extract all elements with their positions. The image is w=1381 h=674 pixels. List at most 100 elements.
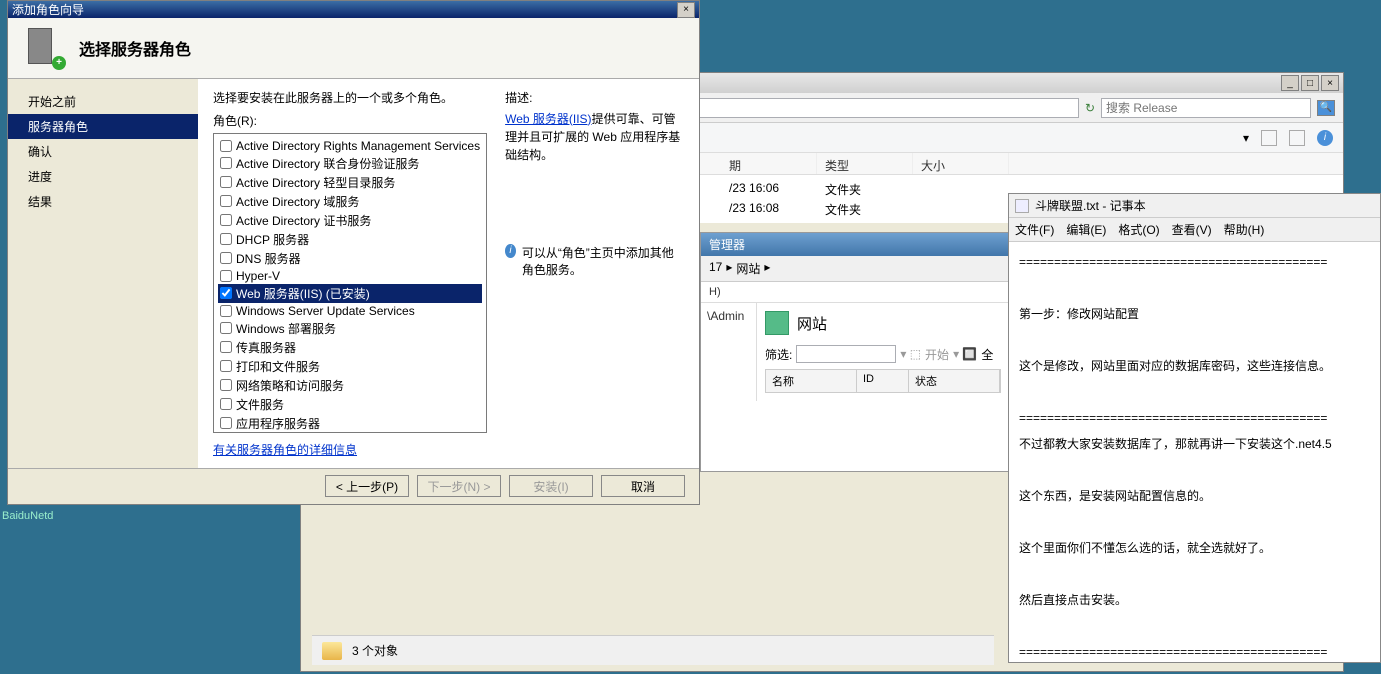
col-date[interactable]: 期 [721,153,817,174]
preview-icon[interactable] [1289,130,1305,146]
notepad-line: 这个里面你们不懂怎么选的话，就全选就好了。 [1019,536,1370,560]
organize-menu[interactable]: ▾ [1243,131,1249,145]
menu-format[interactable]: 格式(O) [1118,221,1159,238]
col-id[interactable]: ID [857,370,909,392]
roles-list[interactable]: Active Directory Rights Management Servi… [213,133,487,433]
iis-titlebar[interactable]: 管理器 [701,233,1009,256]
role-label: DHCP 服务器 [236,231,309,248]
role-item[interactable]: DNS 服务器 [218,249,482,268]
filter-input[interactable] [796,345,896,363]
iis-heading: 网站 [797,313,827,334]
folder-icon [322,642,342,660]
role-checkbox[interactable] [220,270,232,282]
wizard-title: 添加角色向导 [12,1,677,18]
role-item[interactable]: Active Directory 联合身份验证服务 [218,154,482,173]
role-checkbox[interactable] [220,140,232,152]
role-item[interactable]: Web 服务器(IIS) (已安装) [218,284,482,303]
role-label: Active Directory 轻型目录服务 [236,174,395,191]
role-label: Active Directory 证书服务 [236,212,371,229]
desc-link[interactable]: Web 服务器(IIS) [505,112,591,126]
search-input[interactable] [1101,98,1311,118]
iis-filter: 筛选: ▾ ⬚ 开始 ▾ 🔲 全 [765,345,1001,363]
role-item[interactable]: DHCP 服务器 [218,230,482,249]
wizard-nav-item[interactable]: 开始之前 [8,89,198,114]
wizard-nav-item[interactable]: 结果 [8,189,198,214]
col-size[interactable]: 大小 [913,153,1009,174]
menu-edit[interactable]: 编辑(E) [1066,221,1106,238]
wizard-nav-item[interactable]: 进度 [8,164,198,189]
iis-breadcrumb[interactable]: 17▸ 网站▸ [701,256,1009,282]
role-checkbox[interactable] [220,233,232,245]
role-checkbox[interactable] [220,305,232,317]
role-item[interactable]: 传真服务器 [218,338,482,357]
role-item[interactable]: Active Directory Rights Management Servi… [218,138,482,154]
next-button: 下一步(N) > [417,475,501,497]
role-checkbox[interactable] [220,379,232,391]
role-checkbox[interactable] [220,287,232,299]
notepad-titlebar[interactable]: 斗牌联盟.txt - 记事本 [1009,194,1380,218]
role-label: Active Directory 域服务 [236,193,359,210]
file-row[interactable]: /23 16:06 文件夹 [721,179,923,199]
role-item[interactable]: 文件服务 [218,395,482,414]
role-checkbox[interactable] [220,195,232,207]
sites-icon [765,311,789,335]
view-icon[interactable] [1261,130,1277,146]
role-item[interactable]: Active Directory 证书服务 [218,211,482,230]
role-item[interactable]: Hyper-V [218,268,482,284]
roles-info-link[interactable]: 有关服务器角色的详细信息 [213,441,357,458]
notepad-line: 这个东西，是安装网站配置信息的。 [1019,484,1370,508]
notepad-line: ========================================… [1019,250,1370,274]
role-checkbox[interactable] [220,176,232,188]
role-item[interactable]: Active Directory 轻型目录服务 [218,173,482,192]
notepad-line [1019,276,1370,300]
cancel-button[interactable]: 取消 [601,475,685,497]
help-icon[interactable]: i [1317,130,1333,146]
minimize-button[interactable]: _ [1281,75,1299,91]
role-checkbox[interactable] [220,398,232,410]
wizard-header: + 选择服务器角色 [8,18,699,78]
menu-view[interactable]: 查看(V) [1172,221,1212,238]
role-checkbox[interactable] [220,252,232,264]
role-label: 传真服务器 [236,339,296,356]
role-label: 应用程序服务器 [236,415,320,432]
col-type[interactable]: 类型 [817,153,913,174]
role-item[interactable]: 应用程序服务器 [218,414,482,433]
col-state[interactable]: 状态 [909,370,1000,392]
role-checkbox[interactable] [220,360,232,372]
menu-file[interactable]: 文件(F) [1015,221,1054,238]
role-item[interactable]: 打印和文件服务 [218,357,482,376]
role-checkbox[interactable] [220,417,232,429]
notepad-line: 第一步：修改网站配置 [1019,302,1370,326]
add-roles-wizard: 添加角色向导 × + 选择服务器角色 开始之前服务器角色确认进度结果 选择要安装… [7,0,700,505]
info-icon: i [505,244,516,258]
close-button[interactable]: × [677,2,695,18]
col-name[interactable]: 名称 [766,370,857,392]
notepad-window: 斗牌联盟.txt - 记事本 文件(F) 编辑(E) 格式(O) 查看(V) 帮… [1008,193,1381,663]
wizard-nav-item[interactable]: 确认 [8,139,198,164]
role-item[interactable]: 网络策略和访问服务 [218,376,482,395]
file-row[interactable]: /23 16:08 文件夹 [721,199,923,219]
hint-text: 可以从“角色”主页中添加其他角色服务。 [522,244,684,278]
prev-button[interactable]: < 上一步(P) [325,475,409,497]
role-item[interactable]: Windows 部署服务 [218,319,482,338]
role-label: 文件服务 [236,396,284,413]
wizard-nav-item[interactable]: 服务器角色 [8,114,198,139]
notepad-body[interactable]: ========================================… [1009,242,1380,662]
iis-tree[interactable]: \Admin [701,303,757,401]
notepad-line: ========================================… [1019,640,1370,662]
role-item[interactable]: Active Directory 域服务 [218,192,482,211]
role-item[interactable]: Windows Server Update Services [218,303,482,319]
role-checkbox[interactable] [220,214,232,226]
search-button[interactable]: 🔍 [1317,100,1335,116]
menu-help[interactable]: 帮助(H) [1224,221,1265,238]
wizard-footer: < 上一步(P) 下一步(N) > 安装(I) 取消 [8,468,699,504]
close-button[interactable]: × [1321,75,1339,91]
role-checkbox[interactable] [220,322,232,334]
iis-menubar[interactable]: H) [701,282,1009,303]
maximize-button[interactable]: □ [1301,75,1319,91]
notepad-line: ========================================… [1019,406,1370,430]
role-checkbox[interactable] [220,341,232,353]
wizard-titlebar[interactable]: 添加角色向导 × [8,1,699,18]
status-text: 3 个对象 [352,642,398,659]
role-checkbox[interactable] [220,157,232,169]
